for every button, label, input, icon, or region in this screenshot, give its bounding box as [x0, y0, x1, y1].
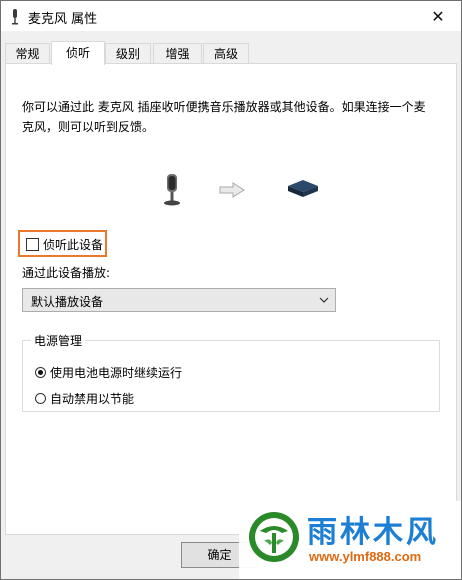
- listen-checkbox-highlight: 侦听此设备: [18, 230, 107, 257]
- watermark-title: 雨林木风: [307, 515, 439, 550]
- logo-icon: [249, 512, 299, 562]
- listen-checkbox[interactable]: [26, 238, 39, 251]
- tab-enhancements[interactable]: 增强: [153, 43, 202, 64]
- speaker-icon: [288, 180, 318, 197]
- radio-button[interactable]: [35, 393, 46, 404]
- radio-label: 自动禁用以节能: [50, 392, 135, 406]
- radio-label: 使用电池电源时继续运行: [50, 366, 183, 380]
- radio-continue-on-battery[interactable]: 使用电池电源时继续运行: [35, 364, 182, 381]
- power-management-group: 电源管理 使用电池电源时继续运行 自动禁用以节能: [22, 332, 440, 412]
- listen-flow-diagram: [6, 172, 456, 212]
- close-button[interactable]: ✕: [415, 1, 461, 31]
- tab-general[interactable]: 常规: [5, 43, 50, 64]
- close-icon: ✕: [431, 6, 445, 26]
- watermark-url: www.ylmf888.com: [309, 549, 422, 564]
- properties-dialog: 麦克风 属性 ✕ 常规 侦听 级别 增强 高级 你可以通过此 麦克风 插座收听便…: [0, 0, 462, 580]
- listen-panel: 你可以通过此 麦克风 插座收听便携音乐播放器或其他设备。如果连接一个麦克风，则可…: [5, 63, 457, 535]
- dropdown-selected-value: 默认播放设备: [31, 295, 104, 309]
- playback-device-label: 通过此设备播放:: [22, 266, 111, 280]
- title-bar: 麦克风 属性 ✕: [1, 1, 461, 31]
- listen-description: 你可以通过此 麦克风 插座收听便携音乐播放器或其他设备。如果连接一个麦克风，则可…: [22, 100, 426, 134]
- microphone-icon: [164, 174, 180, 206]
- radio-button[interactable]: [35, 367, 46, 378]
- power-management-legend: 电源管理: [31, 332, 86, 349]
- tab-levels[interactable]: 级别: [105, 43, 151, 64]
- tab-advanced[interactable]: 高级: [203, 43, 249, 64]
- radio-auto-disable[interactable]: 自动禁用以节能: [35, 390, 134, 407]
- playback-device-dropdown[interactable]: 默认播放设备: [22, 288, 336, 312]
- microphone-icon: [12, 9, 18, 25]
- tab-listen[interactable]: 侦听: [51, 41, 105, 65]
- window-title: 麦克风 属性: [28, 12, 98, 27]
- arrow-right-icon: [219, 182, 245, 198]
- watermark: 雨林木风 www.ylmf888.com: [239, 501, 461, 579]
- listen-checkbox-label[interactable]: 侦听此设备: [43, 236, 103, 253]
- chevron-down-icon: [319, 297, 329, 303]
